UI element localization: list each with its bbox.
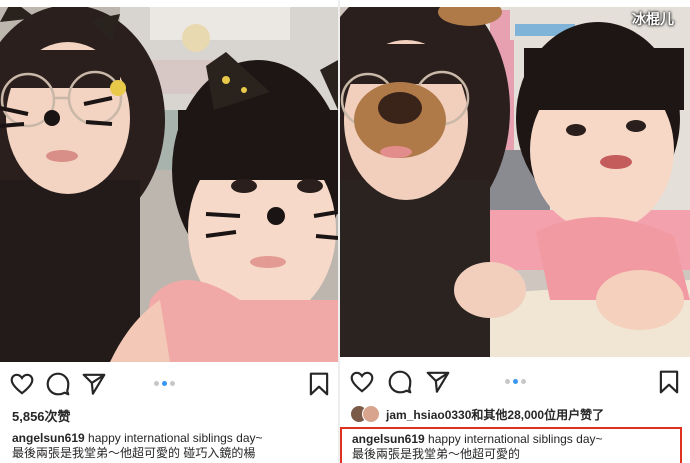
share-icon[interactable] xyxy=(81,371,107,397)
post-photo-left[interactable] xyxy=(0,0,338,362)
carousel-dot xyxy=(521,379,526,384)
action-bar xyxy=(0,369,338,399)
heart-icon[interactable] xyxy=(349,369,375,395)
instagram-post-left: 5,856次赞 angelsun619 happy international … xyxy=(0,0,338,463)
watermark: 冰棍儿 xyxy=(632,11,674,27)
bookmark-icon[interactable] xyxy=(656,369,682,395)
instagram-post-right: 冰棍儿 jam_hsiao0330和其他28,000位用户赞了 angelsun… xyxy=(340,0,690,463)
top-strip xyxy=(340,0,690,7)
photo-left-illustration xyxy=(0,0,338,362)
carousel-indicator xyxy=(505,379,526,384)
post-photo-right[interactable] xyxy=(340,0,690,357)
carousel-dot xyxy=(505,379,510,384)
bookmark-icon[interactable] xyxy=(306,371,332,397)
caption-username[interactable]: angelsun619 xyxy=(12,431,85,445)
caption-line-2: 最後兩張是我堂弟～他超可愛的 碰巧入鏡的楊 xyxy=(12,446,256,460)
caption-highlight-box xyxy=(340,427,682,463)
liker-avatar xyxy=(362,405,380,423)
carousel-dot xyxy=(170,381,175,386)
caption-text: happy international siblings day~ xyxy=(88,431,263,445)
post-caption: angelsun619 happy international siblings… xyxy=(12,431,263,461)
like-count[interactable]: 5,856次赞 xyxy=(12,406,71,425)
comment-icon[interactable] xyxy=(45,371,71,397)
heart-icon[interactable] xyxy=(9,371,35,397)
liked-by-text[interactable]: jam_hsiao0330和其他28,000位用户赞了 xyxy=(386,406,604,423)
carousel-indicator xyxy=(154,381,175,386)
liked-by-row[interactable]: jam_hsiao0330和其他28,000位用户赞了 xyxy=(350,404,604,424)
top-strip xyxy=(0,0,338,7)
comment-icon[interactable] xyxy=(387,369,413,395)
photo-right-illustration xyxy=(340,0,690,357)
caption-line-1: angelsun619 happy international siblings… xyxy=(12,431,263,446)
carousel-dot-active xyxy=(162,381,167,386)
share-icon[interactable] xyxy=(425,369,451,395)
carousel-dot-active xyxy=(513,379,518,384)
carousel-dot xyxy=(154,381,159,386)
action-bar xyxy=(340,367,690,397)
